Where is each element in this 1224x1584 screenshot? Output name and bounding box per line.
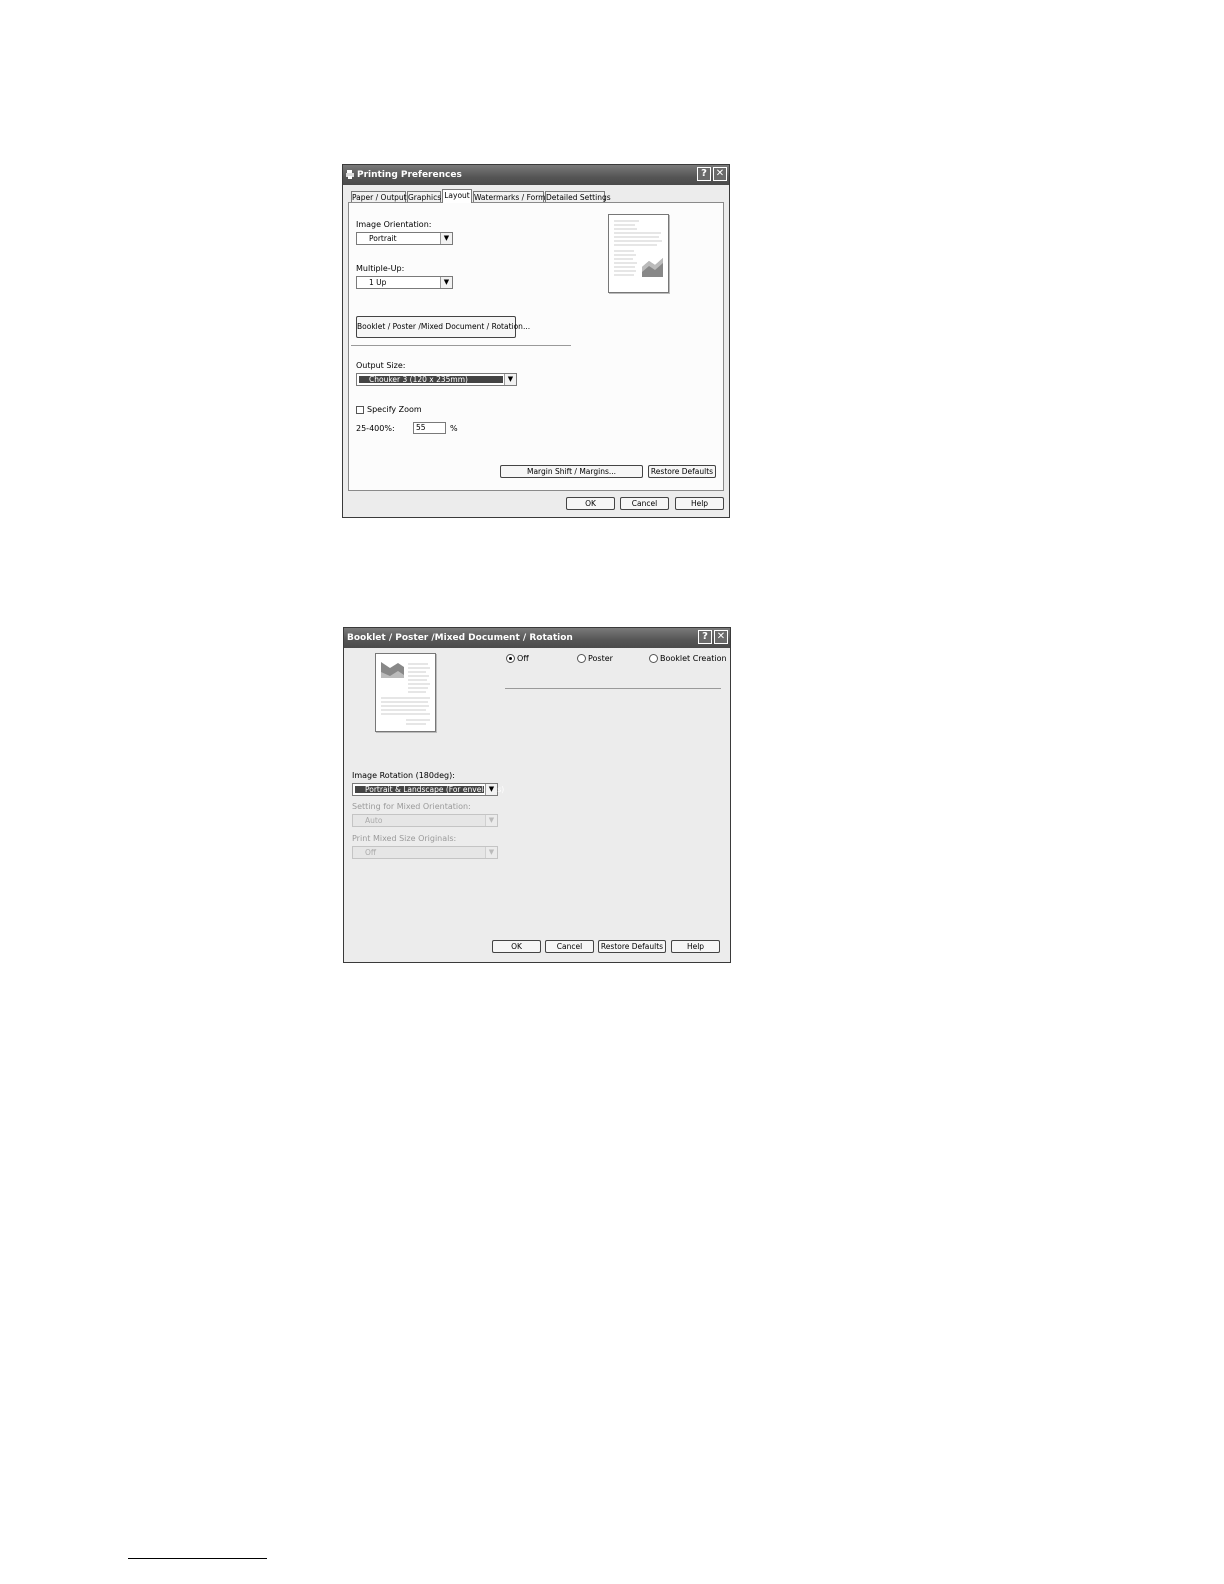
radio-booklet-creation-label[interactable]: Booklet Creation bbox=[660, 654, 727, 663]
output-size-value: Chouker 3 (120 x 235mm) bbox=[369, 375, 468, 384]
section-divider bbox=[505, 688, 721, 689]
page-preview bbox=[608, 214, 669, 293]
zoom-range-label: 25-400%: bbox=[356, 424, 395, 433]
ok-button[interactable]: OK bbox=[566, 497, 615, 510]
cancel-button[interactable]: Cancel bbox=[545, 940, 594, 953]
tab-layout[interactable]: Layout bbox=[442, 189, 472, 203]
chevron-down-icon[interactable]: ▼ bbox=[440, 233, 452, 244]
image-rotation-dropdown[interactable]: Portrait & Landscape (For envelopes) ▼ bbox=[352, 783, 504, 796]
margin-shift-button[interactable]: Margin Shift / Margins... bbox=[500, 465, 643, 478]
booklet-poster-dialog: Booklet / Poster /Mixed Document / Rotat… bbox=[343, 627, 731, 963]
chevron-down-icon[interactable]: ▼ bbox=[485, 784, 497, 795]
printing-preferences-dialog: Printing Preferences ? ✕ Paper / Output … bbox=[342, 164, 730, 518]
help-button[interactable]: Help bbox=[675, 497, 724, 510]
image-orientation-label: Image Orientation: bbox=[356, 220, 432, 229]
specify-zoom-checkbox[interactable] bbox=[356, 406, 364, 414]
radio-poster-label[interactable]: Poster bbox=[588, 654, 613, 663]
image-orientation-dropdown[interactable]: Portrait ▼ bbox=[356, 232, 453, 245]
close-icon[interactable]: ✕ bbox=[714, 630, 728, 644]
printer-app-icon bbox=[346, 170, 354, 179]
image-rotation-label: Image Rotation (180deg): bbox=[352, 771, 455, 780]
radio-booklet-creation[interactable] bbox=[649, 654, 658, 663]
multiple-up-dropdown[interactable]: 1 Up ▼ bbox=[356, 276, 453, 289]
chevron-down-icon: ▼ bbox=[485, 815, 497, 826]
mixed-size-dropdown: Off ▼ bbox=[352, 846, 498, 859]
chevron-down-icon: ▼ bbox=[485, 847, 497, 858]
mixed-size-value: Off bbox=[365, 848, 377, 857]
mixed-size-label: Print Mixed Size Originals: bbox=[352, 834, 457, 843]
zoom-unit: % bbox=[450, 424, 458, 433]
title-bar[interactable]: Printing Preferences ? ✕ bbox=[343, 165, 729, 185]
multiple-up-label: Multiple-Up: bbox=[356, 264, 405, 273]
help-button[interactable]: Help bbox=[671, 940, 720, 953]
page-preview bbox=[375, 653, 436, 732]
footnote-rule bbox=[128, 1558, 267, 1559]
specify-zoom-label[interactable]: Specify Zoom bbox=[367, 405, 422, 414]
mixed-orientation-label: Setting for Mixed Orientation: bbox=[352, 802, 471, 811]
section-divider bbox=[351, 345, 571, 346]
chevron-down-icon[interactable]: ▼ bbox=[504, 374, 516, 385]
ok-button[interactable]: OK bbox=[492, 940, 541, 953]
dialog-title: Booklet / Poster /Mixed Document / Rotat… bbox=[347, 633, 573, 643]
close-icon[interactable]: ✕ bbox=[713, 167, 727, 181]
preview-page-image bbox=[614, 220, 663, 277]
zoom-input[interactable]: 55 bbox=[413, 422, 446, 434]
output-size-label: Output Size: bbox=[356, 361, 406, 370]
mixed-orientation-dropdown: Auto ▼ bbox=[352, 814, 498, 827]
radio-off-label[interactable]: Off bbox=[517, 654, 529, 663]
booklet-poster-button[interactable]: Booklet / Poster /Mixed Document / Rotat… bbox=[356, 316, 530, 338]
restore-defaults-button[interactable]: Restore Defaults bbox=[648, 465, 716, 478]
cancel-button[interactable]: Cancel bbox=[620, 497, 669, 510]
preview-page-image bbox=[381, 662, 430, 725]
dialog-title: Printing Preferences bbox=[357, 170, 462, 180]
image-orientation-value: Portrait bbox=[369, 234, 397, 243]
help-icon[interactable]: ? bbox=[697, 167, 711, 181]
radio-off[interactable] bbox=[506, 654, 515, 663]
output-size-dropdown[interactable]: Chouker 3 (120 x 235mm) ▼ bbox=[356, 373, 517, 386]
image-rotation-value: Portrait & Landscape (For envelopes) bbox=[365, 785, 505, 794]
layout-panel: Image Orientation: Portrait ▼ Multiple-U… bbox=[348, 202, 724, 491]
radio-poster[interactable] bbox=[577, 654, 586, 663]
restore-defaults-button[interactable]: Restore Defaults bbox=[598, 940, 666, 953]
multiple-up-value: 1 Up bbox=[369, 278, 387, 287]
help-icon[interactable]: ? bbox=[698, 630, 712, 644]
title-bar[interactable]: Booklet / Poster /Mixed Document / Rotat… bbox=[344, 628, 730, 648]
mixed-orientation-value: Auto bbox=[365, 816, 383, 825]
chevron-down-icon[interactable]: ▼ bbox=[440, 277, 452, 288]
